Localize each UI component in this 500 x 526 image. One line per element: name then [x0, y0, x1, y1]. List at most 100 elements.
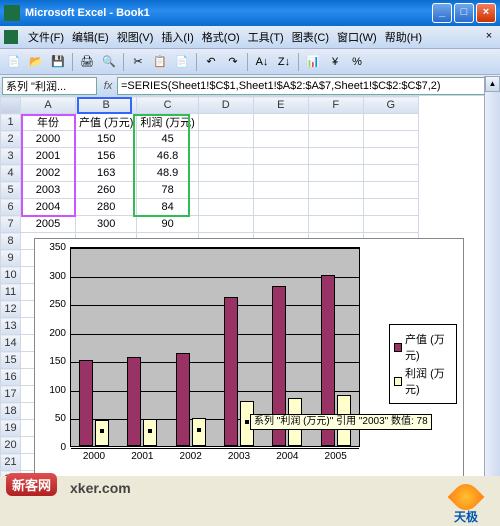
workbook-icon[interactable] [4, 30, 18, 44]
column-header[interactable]: D [198, 97, 253, 114]
paste-button[interactable]: 📄 [172, 52, 192, 72]
undo-button[interactable]: ↶ [201, 52, 221, 72]
workbook-close-button[interactable]: × [482, 30, 496, 44]
menu-item[interactable]: 帮助(H) [381, 32, 426, 44]
chart-bar[interactable] [192, 418, 206, 446]
row-header[interactable]: 11 [1, 284, 21, 301]
row-header[interactable]: 4 [1, 165, 21, 182]
y-tick-label: 250 [40, 299, 66, 310]
cell[interactable]: 84 [137, 199, 198, 216]
scroll-up-button[interactable]: ▲ [485, 76, 500, 92]
embedded-chart[interactable]: 050100150200250300350 200020012002200320… [34, 238, 464, 476]
row-header[interactable]: 3 [1, 148, 21, 165]
new-button[interactable]: 📄 [4, 52, 24, 72]
print-button[interactable]: 🖨 [77, 52, 97, 72]
cell[interactable]: 260 [76, 182, 137, 199]
print-preview-button[interactable]: 🔍 [99, 52, 119, 72]
chart-bar[interactable] [79, 360, 93, 446]
watermark-brand: 新客网 [6, 473, 57, 496]
currency-button[interactable]: ¥ [325, 52, 345, 72]
column-header[interactable]: C [137, 97, 198, 114]
cell[interactable]: 2000 [21, 131, 76, 148]
cell[interactable]: 300 [76, 216, 137, 233]
cell[interactable]: 48.9 [137, 165, 198, 182]
row-header[interactable]: 6 [1, 199, 21, 216]
row-header[interactable]: 13 [1, 318, 21, 335]
fx-button[interactable]: fx [99, 80, 117, 92]
sort-asc-button[interactable]: A↓ [252, 52, 272, 72]
row-header[interactable]: 12 [1, 301, 21, 318]
maximize-button[interactable]: □ [454, 3, 474, 23]
cell[interactable]: 利润 (万元) [137, 114, 198, 131]
chart-bar[interactable] [176, 353, 190, 446]
percent-button[interactable]: % [347, 52, 367, 72]
cell[interactable]: 150 [76, 131, 137, 148]
cell[interactable]: 46.8 [137, 148, 198, 165]
row-header[interactable]: 5 [1, 182, 21, 199]
menu-item[interactable]: 格式(O) [198, 32, 244, 44]
minimize-button[interactable]: _ [432, 3, 452, 23]
cell[interactable]: 78 [137, 182, 198, 199]
column-header[interactable]: E [253, 97, 308, 114]
row-header[interactable]: 16 [1, 369, 21, 386]
menu-item[interactable]: 编辑(E) [68, 32, 113, 44]
chart-bar[interactable] [224, 297, 238, 446]
cell[interactable]: 280 [76, 199, 137, 216]
name-box[interactable]: 系列 "利润... [2, 77, 97, 95]
cell[interactable]: 2001 [21, 148, 76, 165]
row-header[interactable]: 2 [1, 131, 21, 148]
row-header[interactable]: 15 [1, 352, 21, 369]
cell[interactable]: 2002 [21, 165, 76, 182]
chart-legend[interactable]: 产值 (万元)利润 (万元) [389, 324, 457, 404]
separator [247, 53, 248, 71]
row-header[interactable]: 8 [1, 233, 21, 250]
column-header[interactable]: A [21, 97, 76, 114]
row-header[interactable]: 9 [1, 250, 21, 267]
cell[interactable]: 2004 [21, 199, 76, 216]
menu-item[interactable]: 图表(C) [288, 32, 333, 44]
worksheet[interactable]: ABCDEFG1年份产值 (万元)利润 (万元)2200015045320011… [0, 96, 500, 476]
chart-button[interactable]: 📊 [303, 52, 323, 72]
cut-button[interactable]: ✂ [128, 52, 148, 72]
legend-entry[interactable]: 产值 (万元) [394, 331, 452, 363]
row-header[interactable]: 21 [1, 454, 21, 471]
cell[interactable]: 45 [137, 131, 198, 148]
window-title: Microsoft Excel - Book1 [25, 7, 430, 19]
cell[interactable]: 2005 [21, 216, 76, 233]
close-button[interactable]: × [476, 3, 496, 23]
window-titlebar: Microsoft Excel - Book1 _ □ × [0, 0, 500, 26]
sort-desc-button[interactable]: Z↓ [274, 52, 294, 72]
menu-item[interactable]: 视图(V) [113, 32, 158, 44]
redo-button[interactable]: ↷ [223, 52, 243, 72]
cell[interactable]: 156 [76, 148, 137, 165]
column-header[interactable]: G [363, 97, 418, 114]
save-button[interactable]: 💾 [48, 52, 68, 72]
chart-bar[interactable] [127, 357, 141, 446]
column-header[interactable]: F [308, 97, 363, 114]
separator [298, 53, 299, 71]
menu-item[interactable]: 窗口(W) [333, 32, 381, 44]
menu-item[interactable]: 工具(T) [244, 32, 288, 44]
row-header[interactable]: 19 [1, 420, 21, 437]
cell[interactable]: 2003 [21, 182, 76, 199]
row-header[interactable]: 14 [1, 335, 21, 352]
menu-item[interactable]: 插入(I) [157, 32, 197, 44]
formula-input[interactable]: =SERIES(Sheet1!$C$1,Sheet1!$A$2:$A$7,She… [117, 77, 498, 95]
row-header[interactable]: 17 [1, 386, 21, 403]
row-header[interactable]: 1 [1, 114, 21, 131]
cell[interactable]: 90 [137, 216, 198, 233]
row-header[interactable]: 10 [1, 267, 21, 284]
legend-entry[interactable]: 利润 (万元) [394, 365, 452, 397]
cell[interactable]: 年份 [21, 114, 76, 131]
cell[interactable]: 163 [76, 165, 137, 182]
column-header[interactable]: B [76, 97, 137, 114]
row-header[interactable]: 18 [1, 403, 21, 420]
copy-button[interactable]: 📋 [150, 52, 170, 72]
row-header[interactable]: 20 [1, 437, 21, 454]
open-button[interactable]: 📂 [26, 52, 46, 72]
select-all-corner[interactable] [1, 97, 21, 114]
row-header[interactable]: 7 [1, 216, 21, 233]
menu-item[interactable]: 文件(F) [24, 32, 68, 44]
vertical-scrollbar[interactable]: ▲ [484, 76, 500, 476]
cell[interactable]: 产值 (万元) [76, 114, 137, 131]
